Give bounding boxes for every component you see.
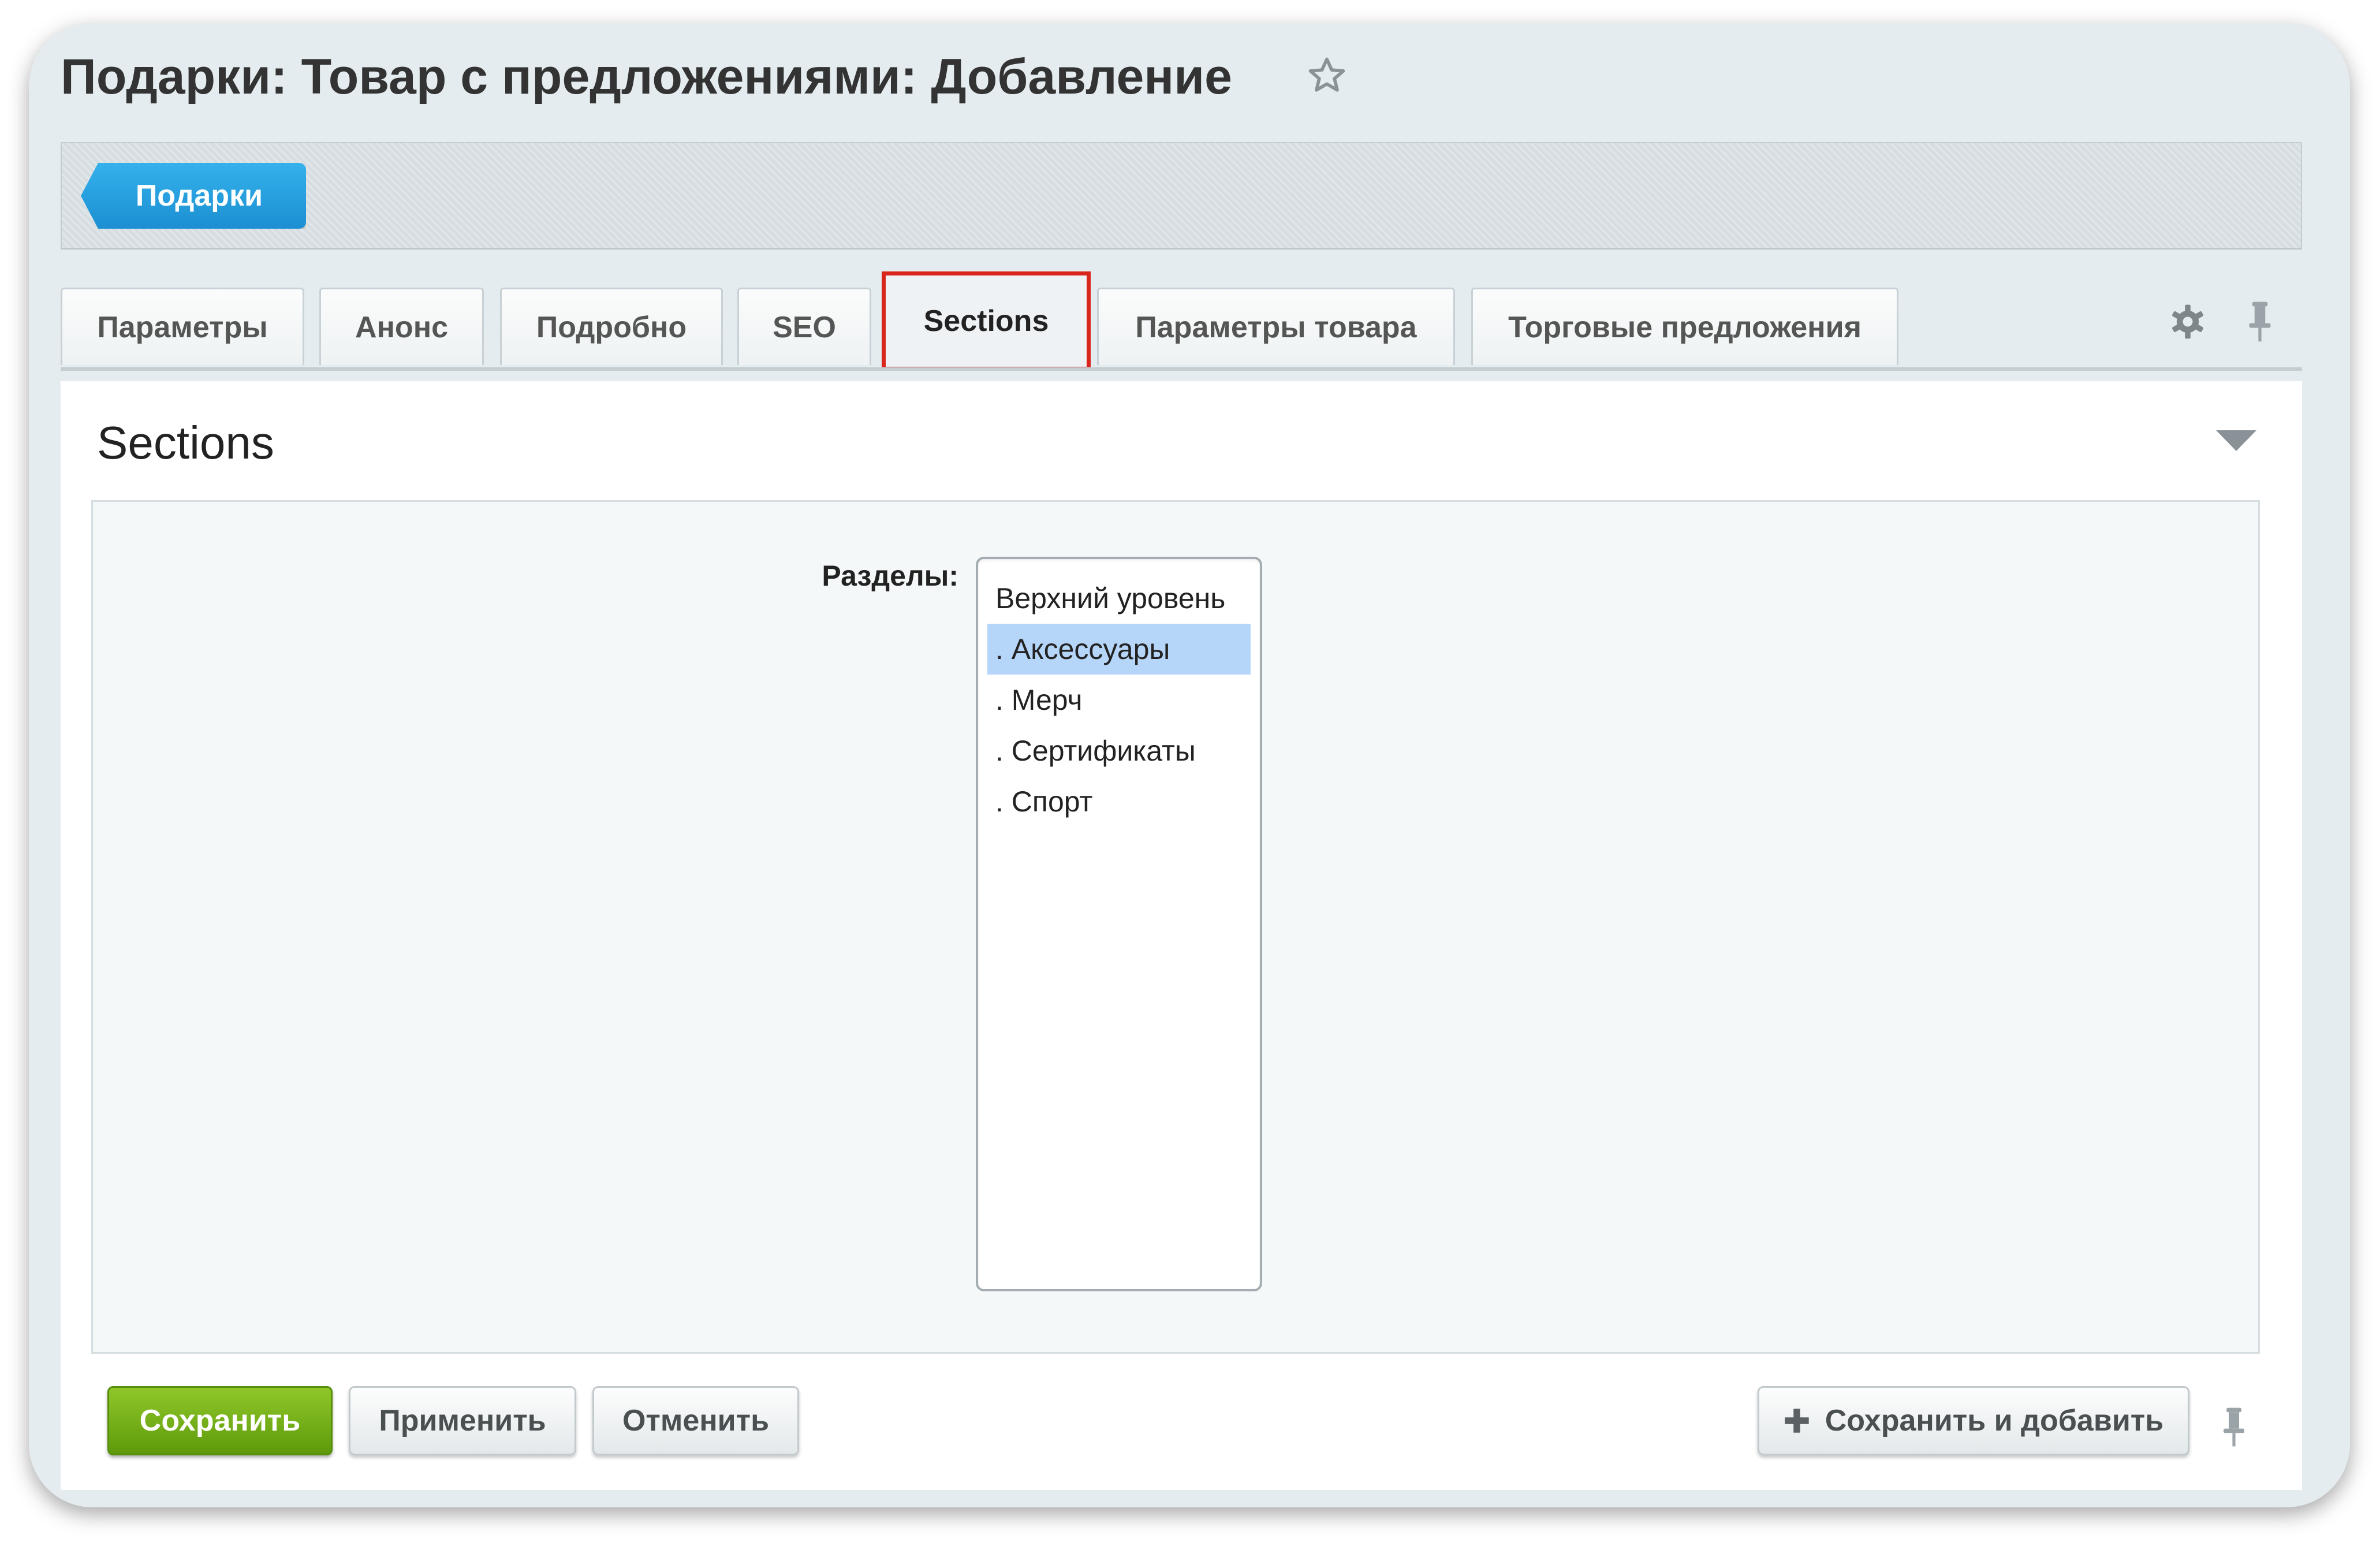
pin-icon[interactable] xyxy=(2244,300,2276,343)
tab-details[interactable]: Подробно xyxy=(500,288,723,365)
section-title: Sections xyxy=(97,417,274,468)
pin-icon[interactable] xyxy=(2218,1406,2250,1448)
sections-field-label: Разделы: xyxy=(822,560,958,592)
tab-trade-offers[interactable]: Торговые предложения xyxy=(1471,288,1898,365)
list-option[interactable]: . Мерч xyxy=(987,675,1251,725)
tab-seo[interactable]: SEO xyxy=(737,288,871,365)
page-title: Подарки: Товар с предложениями: Добавлен… xyxy=(61,49,1232,105)
save-and-add-label: Сохранить и добавить xyxy=(1825,1404,2164,1437)
triangle-down-icon[interactable] xyxy=(2216,430,2256,453)
gear-icon[interactable] xyxy=(2169,303,2206,340)
list-option[interactable]: . Аксессуары xyxy=(987,624,1251,675)
sections-listbox[interactable]: Верхний уровень . Аксессуары . Мерч . Се… xyxy=(976,557,1262,1291)
save-button[interactable]: Сохранить xyxy=(107,1386,333,1455)
list-option[interactable]: Верхний уровень xyxy=(987,573,1251,624)
breadcrumb-chip-gifts[interactable]: Подарки xyxy=(81,163,306,229)
plus-icon xyxy=(1785,1409,1809,1433)
tab-parameters[interactable]: Параметры xyxy=(61,288,304,365)
tab-underline xyxy=(61,367,2302,371)
tab-product-parameters[interactable]: Параметры товара xyxy=(1097,288,1455,365)
apply-button[interactable]: Применить xyxy=(349,1386,576,1455)
save-and-add-button[interactable]: Сохранить и добавить xyxy=(1758,1386,2189,1455)
tab-announcement[interactable]: Анонс xyxy=(319,288,484,365)
star-icon[interactable] xyxy=(1306,55,1348,96)
navigation-bar xyxy=(61,142,2302,249)
cancel-button[interactable]: Отменить xyxy=(592,1386,799,1455)
tab-sections[interactable]: Sections xyxy=(882,271,1091,371)
list-option[interactable]: . Сертификаты xyxy=(987,725,1251,776)
list-option[interactable]: . Спорт xyxy=(987,776,1251,827)
